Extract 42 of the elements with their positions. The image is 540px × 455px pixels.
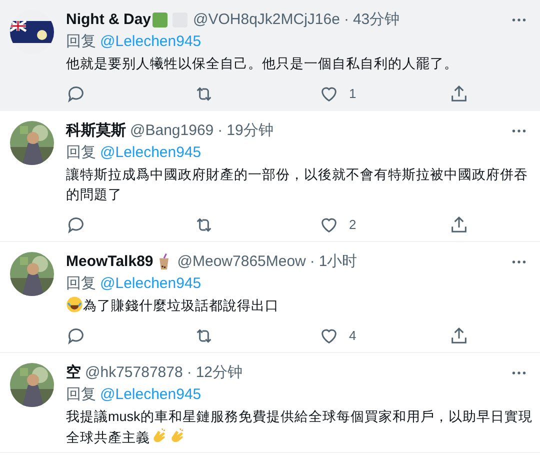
reply-icon[interactable] xyxy=(66,326,86,346)
reply-icon[interactable] xyxy=(66,84,86,104)
like-count: 1 xyxy=(349,85,356,104)
share-icon[interactable] xyxy=(449,84,469,104)
share-icon[interactable] xyxy=(449,215,469,235)
user-name[interactable]: MeowTalk89 xyxy=(66,252,154,272)
reply-label: 回复 xyxy=(66,274,96,294)
post-text: 我提議musk的車和星鏈服務免費提供給全球每個買家和用戶，以助早日實現 xyxy=(66,409,532,424)
reply-label: 回复 xyxy=(66,143,96,163)
post-text: 為了賺錢什麼垃圾話都說得出口 xyxy=(83,298,279,313)
post-text: 他就是要别人犧牲以保全自己。他只是一個自私自利的人罷了。 xyxy=(66,56,458,71)
retweet-icon[interactable] xyxy=(194,215,214,235)
separator-dot: · xyxy=(218,121,223,141)
like-icon[interactable] xyxy=(319,215,339,235)
post-time[interactable]: 12分钟 xyxy=(196,363,242,383)
reply-icon[interactable] xyxy=(66,215,86,235)
post-time[interactable]: 19分钟 xyxy=(226,121,274,141)
retweet-icon[interactable] xyxy=(194,84,214,104)
square-emoji-icon xyxy=(151,11,170,29)
user-handle[interactable]: @Meow7865Meow xyxy=(177,252,306,272)
post-text: 全球共產主義 xyxy=(66,430,150,445)
laughing-emoji-icon xyxy=(66,296,83,313)
post-time[interactable]: 43分钟 xyxy=(352,10,400,30)
separator-dot: · xyxy=(186,363,192,383)
retweet-icon[interactable] xyxy=(194,326,214,346)
reply-label: 回复 xyxy=(66,385,96,405)
like-count: 2 xyxy=(349,216,356,234)
like-icon[interactable] xyxy=(319,84,339,104)
user-name[interactable]: Night & Day xyxy=(66,10,152,30)
share-icon[interactable] xyxy=(449,326,469,346)
post-text: 讓特斯拉成爲中國政府財產的一部份，以後就不會有特斯拉被中國政府併吞的問題了 xyxy=(66,167,528,202)
separator-dot: · xyxy=(344,10,349,30)
user-handle[interactable]: @Bang1969 xyxy=(130,121,214,141)
like-count: 4 xyxy=(349,327,356,346)
reply-label: 回复 xyxy=(66,32,96,52)
user-name[interactable]: 科斯莫斯 xyxy=(66,121,126,141)
separator-dot: · xyxy=(310,252,315,272)
like-icon[interactable] xyxy=(319,326,339,346)
user-handle[interactable]: @hk75787878 xyxy=(85,363,183,383)
post-time[interactable]: 1小时 xyxy=(318,252,358,272)
user-name[interactable]: 空 xyxy=(66,363,81,383)
user-handle[interactable]: @VOH8qJk2MCjJ16e xyxy=(193,10,340,30)
